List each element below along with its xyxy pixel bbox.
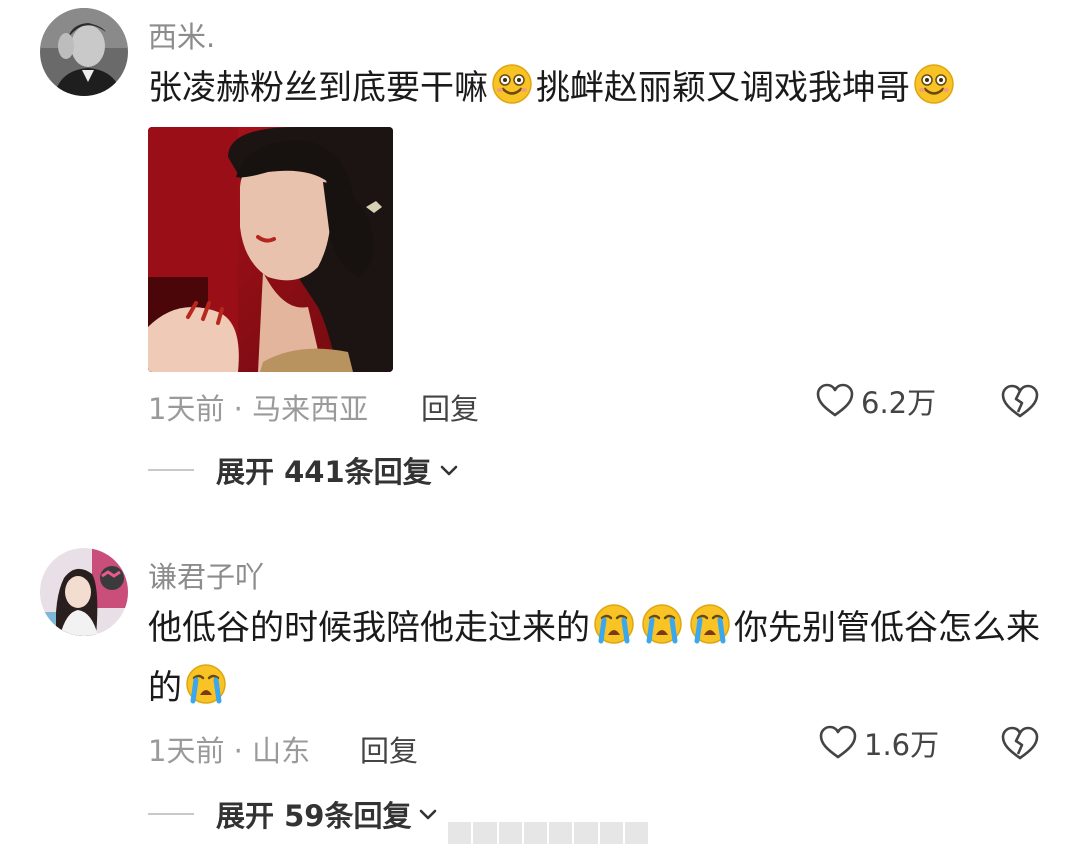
- divider-line: [148, 813, 194, 815]
- comment-item: 谦君子吖 他低谷的时候我陪他走过来的 你先别管低谷怎么来的 1天前 · 山东 回…: [0, 540, 1080, 856]
- smiling-face-emoji-icon: [492, 64, 532, 104]
- expand-replies-label: 展开 441条回复: [216, 455, 432, 489]
- loudly-crying-face-emoji-icon: [690, 604, 730, 644]
- comment-text-part: 他低谷的时候我陪他走过来的: [148, 608, 590, 648]
- broken-heart-icon: [1001, 726, 1039, 760]
- comment-photo[interactable]: [148, 127, 393, 372]
- comment-item: 西米. 张凌赫粉丝到底要干嘛 挑衅赵丽颖又调戏我坤哥 1天前 · 马来西亚 回复…: [0, 0, 1080, 520]
- chevron-down-icon: [420, 809, 437, 820]
- expand-replies-label: 展开 59条回复: [216, 799, 412, 833]
- loudly-crying-face-emoji-icon: [186, 664, 226, 704]
- avatar[interactable]: [40, 548, 128, 636]
- like-button[interactable]: 1.6万: [818, 722, 939, 764]
- heart-outline-icon: [816, 383, 854, 417]
- heart-outline-icon: [819, 725, 857, 759]
- chevron-down-icon: [440, 465, 457, 476]
- comment-text: 张凌赫粉丝到底要干嘛 挑衅赵丽颖又调戏我坤哥: [148, 58, 1048, 118]
- watermark-bar: [448, 822, 648, 844]
- loudly-crying-face-emoji-icon: [594, 604, 634, 644]
- expand-replies-button[interactable]: 展开 59条回复: [148, 793, 439, 835]
- dislike-button[interactable]: [1000, 724, 1040, 768]
- divider-line: [148, 469, 194, 471]
- comment-meta: 1天前 · 山东: [148, 734, 311, 768]
- photo-image: [148, 127, 393, 372]
- expand-replies-button[interactable]: 展开 441条回复: [148, 449, 460, 491]
- comment-meta: 1天前 · 马来西亚: [148, 392, 369, 426]
- broken-heart-icon: [1001, 384, 1039, 418]
- username[interactable]: 谦君子吖: [148, 554, 264, 596]
- avatar-image: [40, 548, 128, 636]
- like-button[interactable]: 6.2万: [815, 380, 936, 422]
- loudly-crying-face-emoji-icon: [642, 604, 682, 644]
- comment-text-part: 挑衅赵丽颖又调戏我坤哥: [536, 68, 910, 108]
- dislike-button[interactable]: [1000, 382, 1040, 426]
- smiling-face-emoji-icon: [914, 64, 954, 104]
- reply-button[interactable]: 回复: [421, 386, 479, 428]
- reply-button[interactable]: 回复: [360, 728, 418, 770]
- comment-text: 他低谷的时候我陪他走过来的 你先别管低谷怎么来的: [148, 598, 1048, 718]
- comment-text-part: 张凌赫粉丝到底要干嘛: [148, 68, 488, 108]
- like-count: 6.2万: [861, 386, 937, 420]
- like-count: 1.6万: [864, 728, 940, 762]
- username[interactable]: 西米.: [148, 14, 215, 56]
- avatar-image: [40, 8, 128, 96]
- avatar[interactable]: [40, 8, 128, 96]
